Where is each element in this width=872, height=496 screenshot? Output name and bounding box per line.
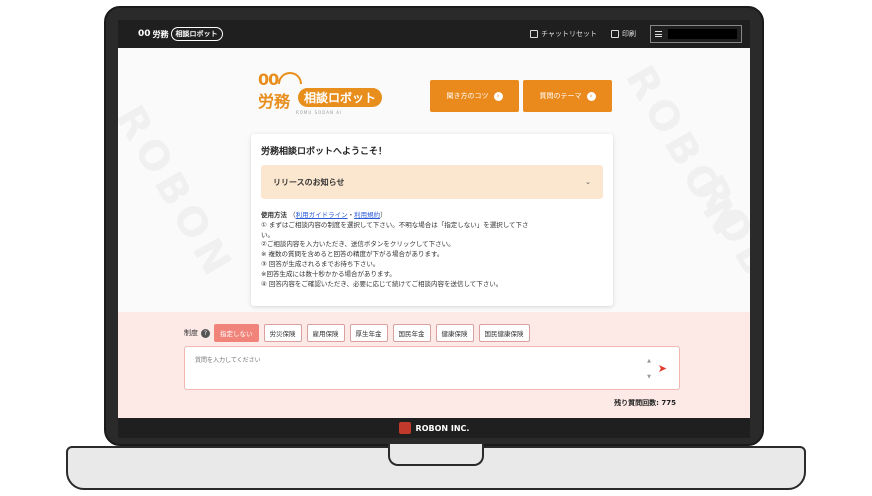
release-accordion[interactable]: リリースのお知らせ ⌄ — [261, 165, 603, 199]
tips-button[interactable]: 聞き方のコツ › — [430, 80, 519, 112]
help-icon[interactable]: ? — [201, 328, 210, 338]
guideline-link[interactable]: 利用ガイドライン — [296, 211, 348, 219]
welcome-title: 労務相談ロボットへようこそ！ — [261, 147, 388, 157]
chevron-down-icon: ⌄ — [585, 178, 591, 186]
user-menu[interactable] — [650, 25, 742, 43]
paren-close: ） — [380, 211, 387, 219]
question-input[interactable] — [195, 355, 625, 383]
header-logo[interactable]: 00 労務 相談ロボット — [138, 24, 223, 44]
system-filter: 制度 ? 指定しない 労災保険 雇用保険 厚生年金 国民年金 健康保険 国民健康… — [184, 324, 535, 342]
usage-instructions: 使用方法 （利用ガイドライン・利用規約） ① まずはご相談内容の制度を選択して下… — [261, 211, 603, 289]
usage-line: ① まずはご相談内容の制度を選択して下さい。不明な場合は「指定しない」を選択して… — [261, 220, 529, 229]
top-bar: 00 労務 相談ロボット チャットリセット 印刷 — [118, 20, 750, 48]
chat-reset-button[interactable]: チャットリセット — [530, 29, 597, 39]
usage-line: ※ 複数の質問を含めると回答の精度が下がる場合があります。 — [261, 250, 444, 259]
themes-button-label: 質問のテーマ — [539, 92, 582, 100]
laptop-notch — [388, 444, 484, 466]
send-icon[interactable]: ➤ — [658, 362, 667, 375]
release-title: リリースのお知らせ — [273, 177, 345, 187]
question-box: ▲▼ ➤ — [184, 346, 680, 390]
app-screen: ROBON ROBON ROBON 00 労務 相談ロボット チャットリセット … — [118, 20, 750, 438]
watermark: ROBON — [118, 98, 243, 288]
filter-chip-none[interactable]: 指定しない — [214, 324, 259, 342]
main-logo-word: 労務 — [258, 92, 291, 111]
usage-heading-line: 使用方法 （利用ガイドライン・利用規約） — [261, 211, 603, 221]
input-section: 制度 ? 指定しない 労災保険 雇用保険 厚生年金 国民年金 健康保険 国民健康… — [118, 312, 750, 418]
printer-icon — [611, 30, 619, 38]
usage-line: ②ご相談内容を入力いただき、送信ボタンをクリックして下さい。 — [261, 240, 455, 249]
header-logo-oo: 00 — [138, 29, 151, 39]
themes-button[interactable]: 質問のテーマ › — [523, 80, 612, 112]
main-logo-arc — [278, 72, 302, 84]
print-button[interactable]: 印刷 — [611, 29, 636, 39]
welcome-card: 労務相談ロボットへようこそ！ リリースのお知らせ ⌄ 使用方法 （利用ガイドライ… — [251, 134, 613, 306]
filter-chip-koyou[interactable]: 雇用保険 — [306, 324, 345, 342]
print-label: 印刷 — [622, 30, 636, 38]
filter-chip-kousei[interactable]: 厚生年金 — [349, 324, 388, 342]
terms-link[interactable]: 利用規約 — [354, 211, 380, 219]
usage-title: 使用方法 — [261, 211, 287, 219]
company-name: ROBON INC. — [415, 423, 470, 433]
filter-chip-kokumin-nenkin[interactable]: 国民年金 — [392, 324, 431, 342]
trash-icon — [530, 30, 539, 38]
usage-line: ※回答生成には数十秒かかる場合があります。 — [261, 269, 396, 278]
main-logo-oo: 00 — [258, 70, 279, 89]
arrow-right-icon: › — [493, 91, 503, 101]
remaining-count: 残り質問回数: 775 — [614, 399, 676, 407]
tips-button-label: 聞き方のコツ — [446, 92, 489, 100]
usage-line: ③ 回答が生成されるまでお待ち下さい。 — [261, 259, 380, 268]
scroll-arrows[interactable]: ▲ ▼ — [647, 353, 651, 385]
filter-chip-kenkou[interactable]: 健康保険 — [435, 324, 474, 342]
chat-reset-label: チャットリセット — [541, 30, 597, 38]
main-logo-sub: ROMU SODAN AI — [296, 110, 343, 115]
main-logo: 00 労務 相談ロボット ROMU SODAN AI — [256, 70, 386, 120]
header-logo-pill: 相談ロボット — [170, 27, 223, 41]
usage-line: い。 — [261, 230, 274, 239]
header-logo-word: 労務 — [152, 29, 169, 39]
usage-line: ④ 回答内容をご確認いただき、必要に応じて続けてご相談内容を送信して下さい。 — [261, 279, 503, 288]
stage: ROBON ROBON ROBON 00 労務 相談ロボット チャットリセット … — [0, 0, 872, 496]
arrow-right-icon: › — [586, 91, 596, 101]
filter-chip-rousai[interactable]: 労災保険 — [263, 324, 302, 342]
redacted-user-name — [668, 29, 737, 39]
hamburger-icon — [655, 31, 662, 37]
filter-chip-kokumin-kenkou[interactable]: 国民健康保険 — [478, 324, 530, 342]
system-label: 制度 — [184, 329, 198, 337]
main-logo-pill: 相談ロボット — [298, 88, 383, 107]
robon-logo-icon — [398, 422, 411, 434]
footer: ROBON INC. — [118, 418, 750, 438]
